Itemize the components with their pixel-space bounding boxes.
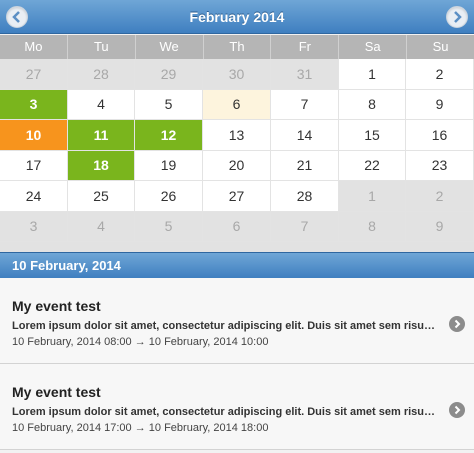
event-start: 10 February, 2014 08:00: [12, 336, 132, 348]
event-end: 10 February, 2014 18:00: [148, 422, 269, 434]
day-cell[interactable]: 2: [406, 181, 474, 212]
day-cell[interactable]: 15: [339, 120, 406, 151]
event-description: Lorem ipsum dolor sit amet, consectetur …: [12, 320, 440, 332]
chevron-right-icon: [454, 11, 462, 23]
day-cell[interactable]: 6: [203, 211, 271, 242]
day-cell[interactable]: 29: [135, 59, 203, 90]
day-cell[interactable]: 6: [203, 89, 271, 120]
day-cell[interactable]: 2: [406, 59, 474, 90]
day-cell[interactable]: 19: [135, 150, 203, 181]
next-month-button[interactable]: [446, 6, 468, 28]
day-cell[interactable]: 27: [203, 181, 271, 212]
day-cell[interactable]: 3: [0, 211, 68, 242]
day-cell[interactable]: 27: [0, 59, 68, 90]
weekday-header-row: Mo Tu We Th Fr Sa Su: [0, 35, 474, 59]
day-cell[interactable]: 28: [68, 59, 135, 90]
chevron-right-icon: [454, 405, 461, 415]
day-cell[interactable]: 16: [406, 120, 474, 151]
day-cell[interactable]: 13: [203, 120, 271, 151]
event-time-range: 10 February, 2014 08:00 → 10 February, 2…: [12, 336, 440, 348]
day-cell[interactable]: 3: [0, 89, 68, 120]
day-cell[interactable]: 25: [68, 181, 135, 212]
day-cell[interactable]: 11: [68, 120, 135, 151]
weekday-label: Tu: [67, 35, 136, 59]
weekday-label: Mo: [0, 35, 68, 59]
selected-date-bar: 10 February, 2014: [0, 252, 474, 278]
day-cell[interactable]: 17: [0, 150, 68, 181]
event-list-item[interactable]: My event test Lorem ipsum dolor sit amet…: [0, 278, 474, 364]
event-title: My event test: [12, 384, 101, 400]
day-cell[interactable]: 14: [271, 120, 339, 151]
arrow-right-icon: →: [134, 422, 146, 434]
weekday-label: Sa: [339, 35, 408, 59]
grid-footer-bar: [0, 242, 474, 252]
day-cell[interactable]: 26: [135, 181, 203, 212]
weekday-label: Fr: [271, 35, 340, 59]
day-cell[interactable]: 18: [68, 150, 135, 181]
month-title: February 2014: [189, 9, 285, 25]
day-cell[interactable]: 28: [271, 181, 339, 212]
arrow-right-icon: →: [134, 336, 146, 348]
day-cell[interactable]: 7: [271, 89, 339, 120]
day-cell[interactable]: 31: [271, 59, 339, 90]
day-grid: 27 28 29 30 31 1 2 3 4 5 6 7 8 9 10 11 12 13 14 15 16 17 18 19 2…: [0, 59, 474, 242]
event-list: My event test Lorem ipsum dolor sit amet…: [0, 278, 474, 450]
event-title: My event test: [12, 298, 101, 314]
day-cell[interactable]: 22: [339, 150, 406, 181]
event-detail-button[interactable]: [449, 316, 465, 332]
day-cell[interactable]: 9: [406, 89, 474, 120]
event-list-item[interactable]: My event test Lorem ipsum dolor sit amet…: [0, 364, 474, 450]
day-cell[interactable]: 1: [339, 59, 406, 90]
event-start: 10 February, 2014 17:00: [12, 422, 132, 434]
day-cell[interactable]: 30: [203, 59, 271, 90]
weekday-label: Su: [407, 35, 474, 59]
event-detail-button[interactable]: [449, 402, 465, 418]
event-end: 10 February, 2014 10:00: [148, 336, 269, 348]
calendar-app: February 2014 Mo Tu We Th Fr Sa Su 27 28 2…: [0, 0, 474, 453]
weekday-label: Th: [203, 35, 272, 59]
day-cell[interactable]: 20: [203, 150, 271, 181]
weekday-label: We: [135, 35, 204, 59]
event-description: Lorem ipsum dolor sit amet, consectetur …: [12, 406, 440, 418]
chevron-right-icon: [454, 319, 461, 329]
day-cell[interactable]: 24: [0, 181, 68, 212]
day-cell[interactable]: 12: [135, 120, 203, 151]
day-cell[interactable]: 8: [339, 211, 406, 242]
day-cell[interactable]: 10: [0, 120, 68, 151]
calendar-header: February 2014: [0, 0, 474, 34]
day-cell[interactable]: 1: [339, 181, 406, 212]
day-cell[interactable]: 4: [68, 89, 135, 120]
day-cell[interactable]: 7: [271, 211, 339, 242]
day-cell[interactable]: 4: [68, 211, 135, 242]
day-cell[interactable]: 8: [339, 89, 406, 120]
day-cell[interactable]: 9: [406, 211, 474, 242]
day-cell[interactable]: 5: [135, 211, 203, 242]
event-time-range: 10 February, 2014 17:00 → 10 February, 2…: [12, 422, 440, 434]
day-cell[interactable]: 23: [406, 150, 474, 181]
day-cell[interactable]: 21: [271, 150, 339, 181]
day-cell[interactable]: 5: [135, 89, 203, 120]
